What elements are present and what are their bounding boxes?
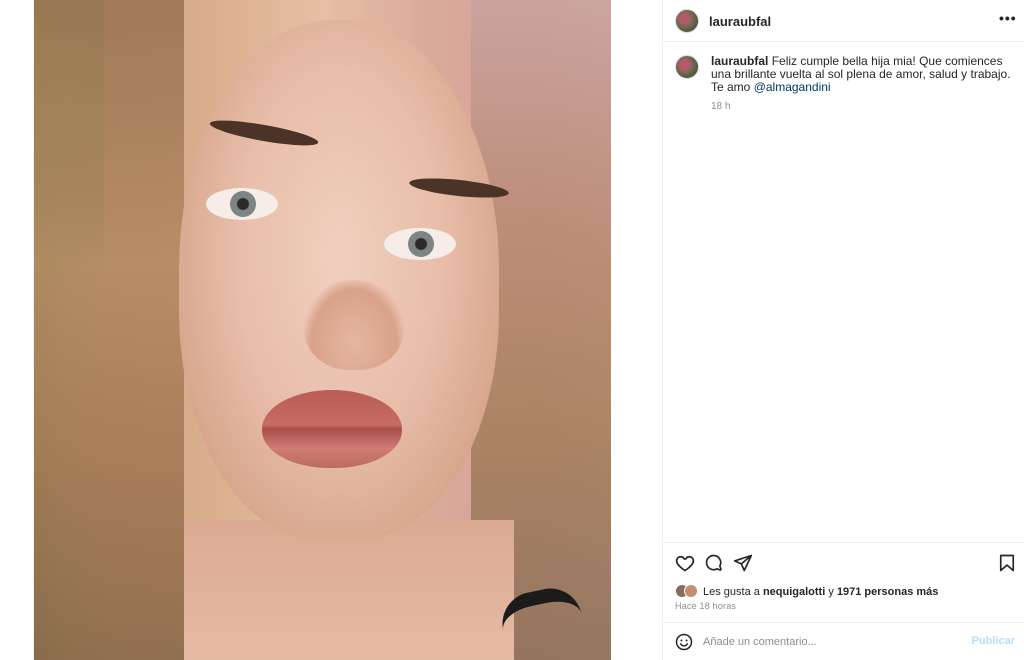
photo-hair-left — [34, 0, 184, 660]
post-side-panel: lauraubfal ••• lauraubfal Feliz cumple b… — [662, 0, 1024, 660]
author-avatar[interactable] — [675, 9, 699, 33]
photo-neck — [184, 520, 514, 660]
publish-button[interactable]: Publicar — [972, 635, 1015, 647]
instagram-post-page: lauraubfal ••• lauraubfal Feliz cumple b… — [0, 0, 1024, 660]
smiley-icon[interactable] — [675, 633, 693, 651]
comment-input[interactable] — [703, 631, 953, 653]
post-media-area — [0, 0, 662, 660]
post-photo[interactable] — [34, 0, 611, 660]
comment-bar: Publicar — [663, 622, 1024, 660]
photo-nose — [304, 280, 404, 370]
post-caption: lauraubfal Feliz cumple bella hija mia! … — [663, 43, 1024, 112]
liker-avatar[interactable] — [684, 584, 698, 598]
photo-lips — [262, 390, 402, 468]
author-username[interactable]: lauraubfal — [709, 14, 771, 29]
photo-eye-left — [206, 188, 278, 220]
likes-others-link[interactable]: 1971 personas más — [837, 586, 939, 598]
send-icon[interactable] — [733, 553, 753, 573]
post-header: lauraubfal ••• — [663, 0, 1024, 42]
post-actions-bar — [663, 542, 1024, 580]
more-horizontal-icon[interactable]: ••• — [999, 11, 1016, 27]
post-timestamp[interactable]: Hace 18 horas — [675, 601, 736, 611]
caption-mention-link[interactable]: @almagandini — [754, 80, 831, 94]
likes-middle: y — [825, 586, 837, 598]
caption-username[interactable]: lauraubfal — [711, 54, 768, 68]
bookmark-icon[interactable] — [997, 553, 1017, 573]
comment-icon[interactable] — [704, 553, 724, 573]
likes-prefix: Les gusta a — [703, 586, 763, 598]
caption-text: lauraubfal Feliz cumple bella hija mia! … — [711, 55, 1011, 94]
likes-user-link[interactable]: nequigalotti — [763, 586, 825, 598]
photo-eye-right — [384, 228, 456, 260]
media-backdrop — [0, 0, 34, 660]
heart-icon[interactable] — [675, 553, 695, 573]
caption-avatar[interactable] — [675, 55, 699, 79]
likes-summary: Les gusta a nequigalotti y 1971 personas… — [675, 584, 938, 598]
caption-timestamp[interactable]: 18 h — [711, 101, 1013, 112]
